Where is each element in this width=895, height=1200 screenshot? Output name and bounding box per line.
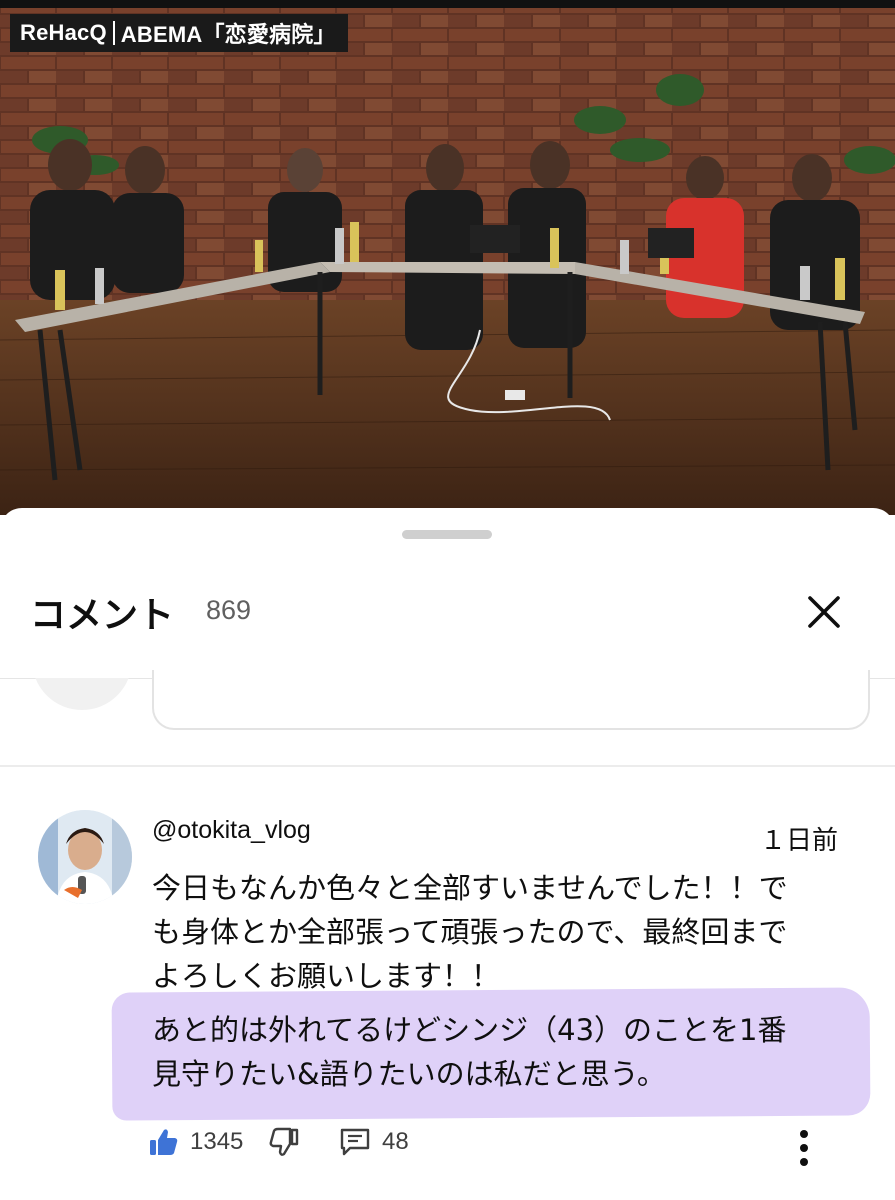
dislike-button[interactable] (268, 1126, 300, 1158)
like-count: 1345 (190, 1128, 244, 1155)
video-player[interactable]: ReHacQ ABEMA「恋愛病院」 (0, 0, 895, 515)
close-icon (808, 596, 840, 628)
more-vert-icon (800, 1130, 808, 1166)
comment-line: あと的は外れてるけどシンジ（43）のことを1番 (152, 1013, 787, 1047)
badge-divider (112, 21, 115, 45)
commenter-avatar[interactable] (38, 810, 132, 904)
user-avatar (32, 678, 132, 710)
comment-text-highlighted: あと的は外れてるけどシンジ（43）のことを1番 見守りたい&語りたいのは私だと思… (152, 1008, 852, 1096)
channel-brand: ReHacQ (20, 20, 107, 45)
comment-input[interactable] (152, 670, 870, 730)
sheet-title: コメント (30, 595, 175, 636)
reply-bubble-icon (340, 1128, 370, 1156)
status-strip (0, 0, 895, 8)
thumbs-up-icon (150, 1129, 178, 1155)
comment-line: も身体とか全部張って頑張ったので、最終回まで (152, 915, 788, 949)
comment-text: 今日もなんか色々と全部すいませんでした！！で も身体とか全部張って頑張ったので、… (152, 866, 852, 998)
comment-count: 869 (206, 595, 252, 625)
close-button[interactable] (800, 588, 848, 636)
comment-author[interactable]: @otokita_vlog (152, 816, 311, 845)
comment-time: １日前 (760, 826, 839, 856)
reply-button[interactable]: 48 (338, 1126, 409, 1158)
reply-count: 48 (382, 1128, 409, 1155)
program-name: ABEMA「恋愛病院」 (120, 22, 336, 47)
video-frame (0, 0, 895, 515)
thumbs-down-icon (269, 1127, 299, 1156)
comment-line: 今日もなんか色々と全部すいませんでした！！で (152, 871, 788, 905)
avatar-photo (38, 810, 132, 904)
comment-line: 見守りたい&語りたいのは私だと思う。 (152, 1057, 666, 1091)
like-button[interactable]: 1345 (148, 1126, 243, 1158)
drag-handle[interactable] (402, 530, 492, 539)
section-divider (0, 765, 895, 767)
comment-actions: 1345 48 (148, 1126, 848, 1170)
more-options-button[interactable] (792, 1126, 816, 1170)
channel-badge: ReHacQ ABEMA「恋愛病院」 (10, 14, 348, 52)
comments-sheet: コメント 869 @otokita_vlog １日前 今日もなんか色々と全部すい… (0, 508, 895, 1200)
